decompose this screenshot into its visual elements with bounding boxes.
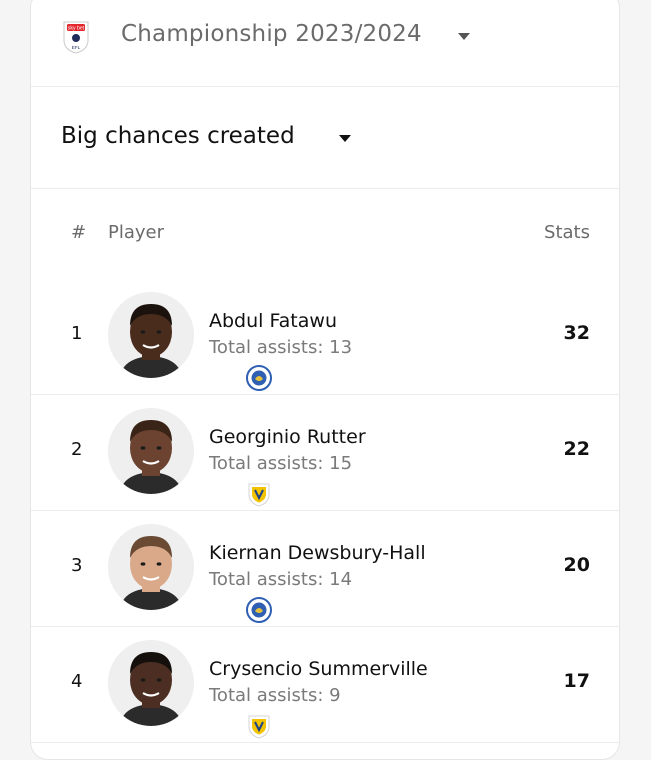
table-row[interactable]: 4 Crysencio Summerville Total assists: 9… <box>31 627 619 743</box>
table-row[interactable]: 2 Georginio Rutter Total assists: 15 22 <box>31 395 619 511</box>
stats-column-header: Stats <box>544 222 590 243</box>
player-assists: Total assists: 13 <box>209 337 352 358</box>
player-avatar[interactable] <box>108 408 270 507</box>
stat-value: 20 <box>563 554 590 576</box>
player-photo <box>108 408 194 494</box>
table-header: # Player Stats <box>31 189 619 279</box>
player-avatar[interactable] <box>108 292 272 391</box>
chevron-down-icon[interactable] <box>456 28 472 44</box>
table-row[interactable]: 1 Abdul Fatawu Total assists: 13 32 <box>31 279 619 395</box>
player-name[interactable]: Abdul Fatawu <box>209 310 337 332</box>
efl-sky-bet-logo: sky bet EFL <box>63 21 89 54</box>
player-assists: Total assists: 15 <box>209 453 352 474</box>
stat-value: 32 <box>563 322 590 344</box>
player-column-header: Player <box>108 222 165 243</box>
player-assists: Total assists: 9 <box>209 685 341 706</box>
assists-value: Total assists: 13 <box>209 337 353 358</box>
player-avatar[interactable] <box>108 640 270 739</box>
svg-text:sky bet: sky bet <box>68 26 85 32</box>
player-photo <box>108 292 194 378</box>
svg-text:EFL: EFL <box>72 45 81 50</box>
table-row[interactable]: 3 Kiernan Dewsbury-Hall Total assists: 1… <box>31 511 619 627</box>
player-name[interactable]: Kiernan Dewsbury-Hall <box>209 542 426 564</box>
player-rank: 1 <box>71 323 83 344</box>
player-rank: 2 <box>71 439 83 460</box>
assists-value: Total assists: 15 <box>209 453 353 474</box>
player-rank: 3 <box>71 555 83 576</box>
stat-value: 22 <box>563 438 590 460</box>
player-name[interactable]: Georginio Rutter <box>209 426 366 448</box>
stat-selector[interactable]: Big chances created <box>31 87 619 189</box>
player-photo <box>108 524 194 610</box>
player-avatar[interactable] <box>108 524 272 623</box>
rank-column-header: # <box>71 222 87 243</box>
leeds-crest-icon <box>248 483 270 507</box>
leicester-crest-icon <box>246 365 272 391</box>
league-name[interactable]: Championship 2023/2024 <box>121 21 422 47</box>
stats-card: sky bet EFL Championship 2023/2024 Big c… <box>30 0 620 760</box>
player-assists: Total assists: 14 <box>209 569 352 590</box>
league-selector[interactable]: sky bet EFL Championship 2023/2024 <box>31 1 619 87</box>
leicester-crest-icon <box>246 597 272 623</box>
player-rank: 4 <box>71 671 83 692</box>
chevron-down-icon[interactable] <box>337 130 353 146</box>
stat-selector-label[interactable]: Big chances created <box>61 123 295 149</box>
stat-value: 17 <box>563 670 590 692</box>
assists-value: Total assists: 9 <box>209 685 341 706</box>
assists-value: Total assists: 14 <box>209 569 353 590</box>
leeds-crest-icon <box>248 715 270 739</box>
player-photo <box>108 640 194 726</box>
player-name[interactable]: Crysencio Summerville <box>209 658 428 680</box>
